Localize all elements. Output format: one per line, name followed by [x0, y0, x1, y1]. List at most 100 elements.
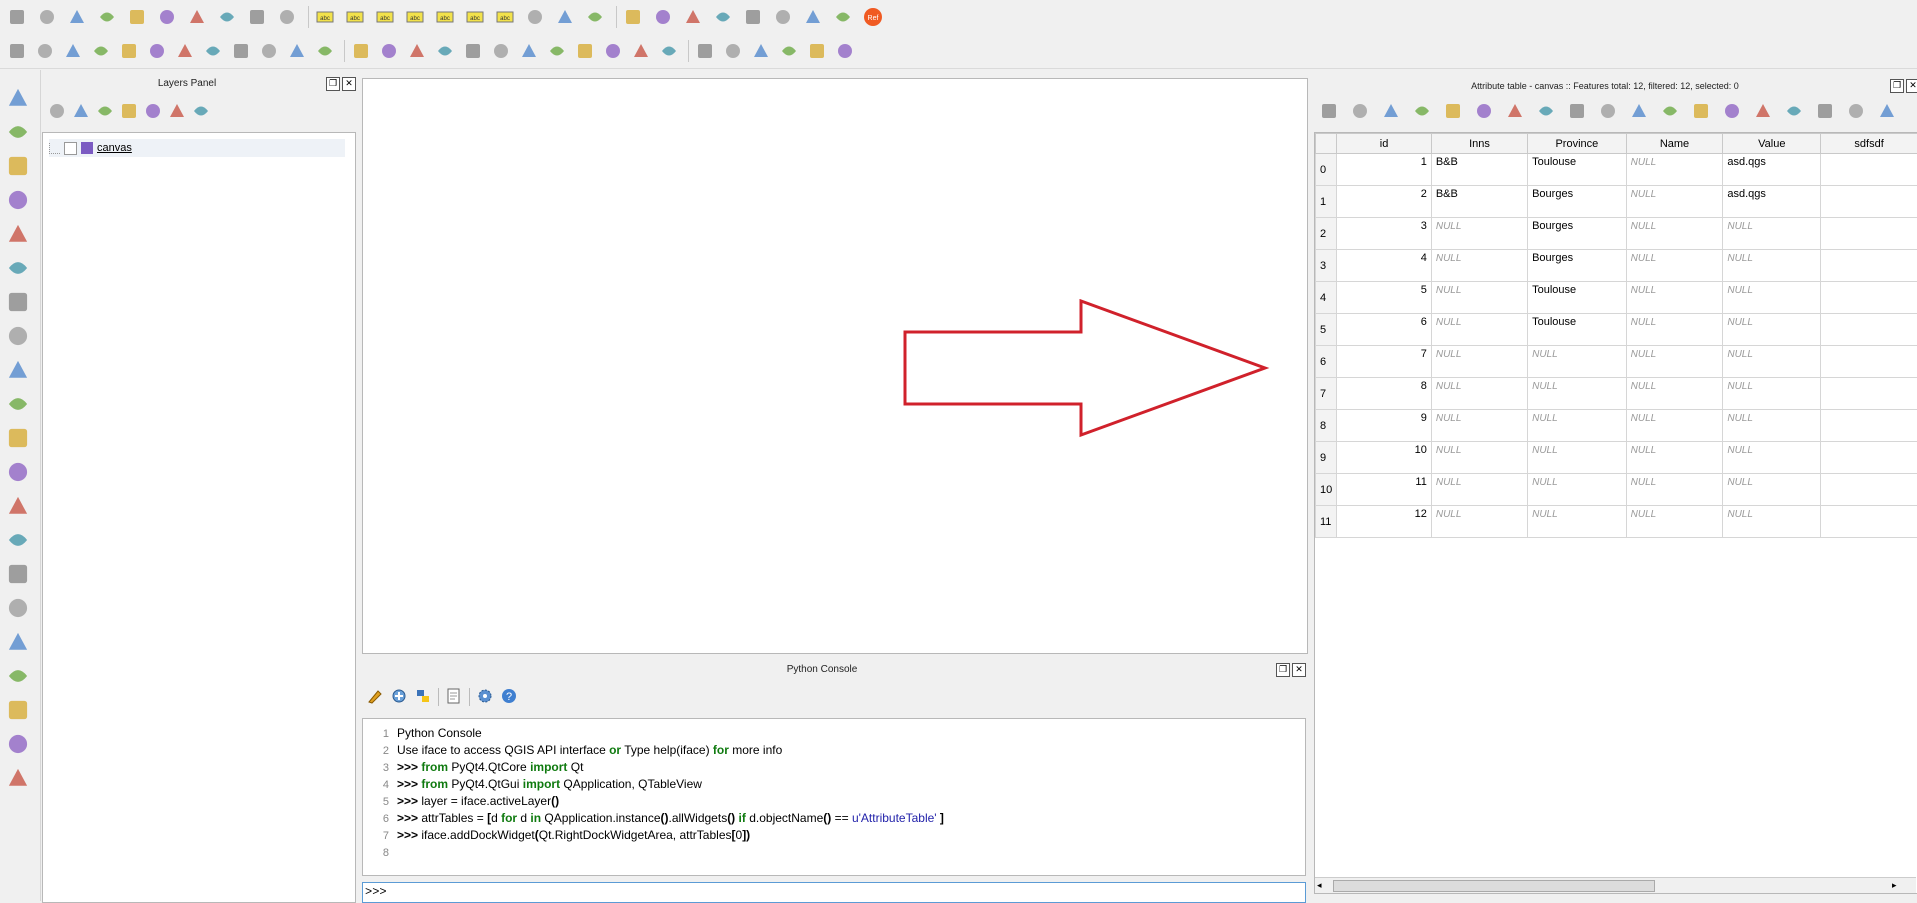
float-button[interactable]: ❐: [326, 77, 340, 91]
add-virtual-icon[interactable]: [4, 458, 32, 486]
table-row[interactable]: 89NULLNULLNULLNULL: [1316, 410, 1917, 442]
cell-name[interactable]: NULL: [1626, 154, 1723, 186]
layer-checkbox[interactable]: [64, 142, 77, 155]
cell-province[interactable]: Bourges: [1528, 186, 1627, 218]
cell-id[interactable]: 7: [1337, 346, 1432, 378]
conditional-format-icon[interactable]: [1845, 100, 1867, 122]
column-header-id[interactable]: id: [1337, 134, 1432, 154]
cell-name[interactable]: NULL: [1626, 506, 1723, 538]
table-row[interactable]: 34NULLBourgesNULLNULL: [1316, 250, 1917, 282]
row-header[interactable]: 4: [1316, 282, 1337, 314]
add-db2-icon[interactable]: [4, 288, 32, 316]
node-del-icon[interactable]: [518, 40, 540, 62]
cell-inns[interactable]: NULL: [1431, 282, 1527, 314]
notes-icon[interactable]: [4, 764, 32, 792]
cut-icon[interactable]: [216, 6, 238, 28]
toggle-edit-icon[interactable]: [1318, 100, 1340, 122]
cell-inns[interactable]: NULL: [1431, 250, 1527, 282]
snap5-icon[interactable]: [694, 40, 716, 62]
column-header-sdfsdf[interactable]: sdfsdf: [1821, 134, 1917, 154]
select-expression-icon[interactable]: [1473, 100, 1495, 122]
label-change-icon[interactable]: abc: [464, 6, 486, 28]
move-selection-top-icon[interactable]: [1597, 100, 1619, 122]
table-row[interactable]: 910NULLNULLNULLNULL: [1316, 442, 1917, 474]
snap4-icon[interactable]: [658, 40, 680, 62]
capture-icon[interactable]: [4, 560, 32, 588]
move-feature-icon[interactable]: [156, 6, 178, 28]
attribute-table-view[interactable]: idInnsProvinceNameValuesdfsdf 01B&BToulo…: [1314, 132, 1917, 894]
row-header[interactable]: 0: [1316, 154, 1337, 186]
row-header[interactable]: 5: [1316, 314, 1337, 346]
cell-value[interactable]: NULL: [1723, 218, 1821, 250]
reshape-icon[interactable]: [286, 40, 308, 62]
cell-id[interactable]: 6: [1337, 314, 1432, 346]
cell-sdfsdf[interactable]: [1821, 282, 1917, 314]
split-features-icon[interactable]: [350, 40, 372, 62]
cell-value[interactable]: NULL: [1723, 442, 1821, 474]
cell-name[interactable]: NULL: [1626, 378, 1723, 410]
python-icon[interactable]: [742, 6, 764, 28]
cell-name[interactable]: NULL: [1626, 442, 1723, 474]
digitize-point-icon[interactable]: [4, 594, 32, 622]
console-input[interactable]: >>>: [362, 882, 1306, 903]
float-button[interactable]: ❐: [1890, 79, 1904, 93]
cell-name[interactable]: NULL: [1626, 474, 1723, 506]
offset-curve-icon[interactable]: [314, 40, 336, 62]
select-all-icon[interactable]: [1504, 100, 1526, 122]
cell-id[interactable]: 12: [1337, 506, 1432, 538]
close-button[interactable]: ✕: [342, 77, 356, 91]
cell-inns[interactable]: NULL: [1431, 442, 1527, 474]
rotate-point-icon[interactable]: [462, 40, 484, 62]
plugin-green-icon[interactable]: [524, 6, 546, 28]
rotate-icon[interactable]: [34, 40, 56, 62]
sigma-icon[interactable]: [806, 40, 828, 62]
row-header[interactable]: 11: [1316, 506, 1337, 538]
table-row[interactable]: 56NULLToulouseNULLNULL: [1316, 314, 1917, 346]
plugin-layers-icon[interactable]: [622, 6, 644, 28]
cell-province[interactable]: NULL: [1528, 506, 1627, 538]
cell-inns[interactable]: B&B: [1431, 186, 1527, 218]
pin-icon[interactable]: [750, 40, 772, 62]
cell-id[interactable]: 11: [1337, 474, 1432, 506]
expand-all-icon[interactable]: [142, 100, 164, 122]
add-postgis-icon[interactable]: [4, 152, 32, 180]
add-wms-icon[interactable]: [4, 322, 32, 350]
cell-inns[interactable]: NULL: [1431, 346, 1527, 378]
collapse-all-icon[interactable]: [166, 100, 188, 122]
column-header-value[interactable]: Value: [1723, 134, 1821, 154]
plugin-hd-icon[interactable]: [554, 6, 576, 28]
row-header[interactable]: 1: [1316, 186, 1337, 218]
paste-rows-icon[interactable]: [1721, 100, 1743, 122]
cell-province[interactable]: Toulouse: [1528, 154, 1627, 186]
cell-name[interactable]: NULL: [1626, 218, 1723, 250]
scrollbar-thumb[interactable]: [1333, 880, 1655, 892]
cell-id[interactable]: 5: [1337, 282, 1432, 314]
table-row[interactable]: 78NULLNULLNULLNULL: [1316, 378, 1917, 410]
cell-value[interactable]: NULL: [1723, 250, 1821, 282]
add-wcs-icon[interactable]: [4, 356, 32, 384]
cell-name[interactable]: NULL: [1626, 282, 1723, 314]
add-oracle-icon[interactable]: [4, 254, 32, 282]
paste-icon[interactable]: [276, 6, 298, 28]
open-layer-styling-icon[interactable]: [46, 100, 68, 122]
cell-sdfsdf[interactable]: [1821, 250, 1917, 282]
edit-vector-icon[interactable]: [4, 696, 32, 724]
add-group-icon[interactable]: [70, 100, 92, 122]
gps-icon[interactable]: [4, 526, 32, 554]
node-add-icon[interactable]: [490, 40, 512, 62]
snap3-icon[interactable]: [630, 40, 652, 62]
cell-name[interactable]: NULL: [1626, 410, 1723, 442]
cell-sdfsdf[interactable]: [1821, 410, 1917, 442]
cell-id[interactable]: 4: [1337, 250, 1432, 282]
cell-value[interactable]: asd.qgs: [1723, 186, 1821, 218]
show-editor-icon[interactable]: [445, 687, 463, 708]
cell-value[interactable]: asd.qgs: [1723, 154, 1821, 186]
split-parts-icon[interactable]: [378, 40, 400, 62]
add-feature-icon[interactable]: [1411, 100, 1433, 122]
cell-province[interactable]: Toulouse: [1528, 314, 1627, 346]
undo-icon[interactable]: [62, 40, 84, 62]
refresh-arrow-icon[interactable]: [802, 6, 824, 28]
invert-selection-icon[interactable]: [1535, 100, 1557, 122]
add-raster-icon[interactable]: [4, 118, 32, 146]
raster-icon[interactable]: [778, 40, 800, 62]
